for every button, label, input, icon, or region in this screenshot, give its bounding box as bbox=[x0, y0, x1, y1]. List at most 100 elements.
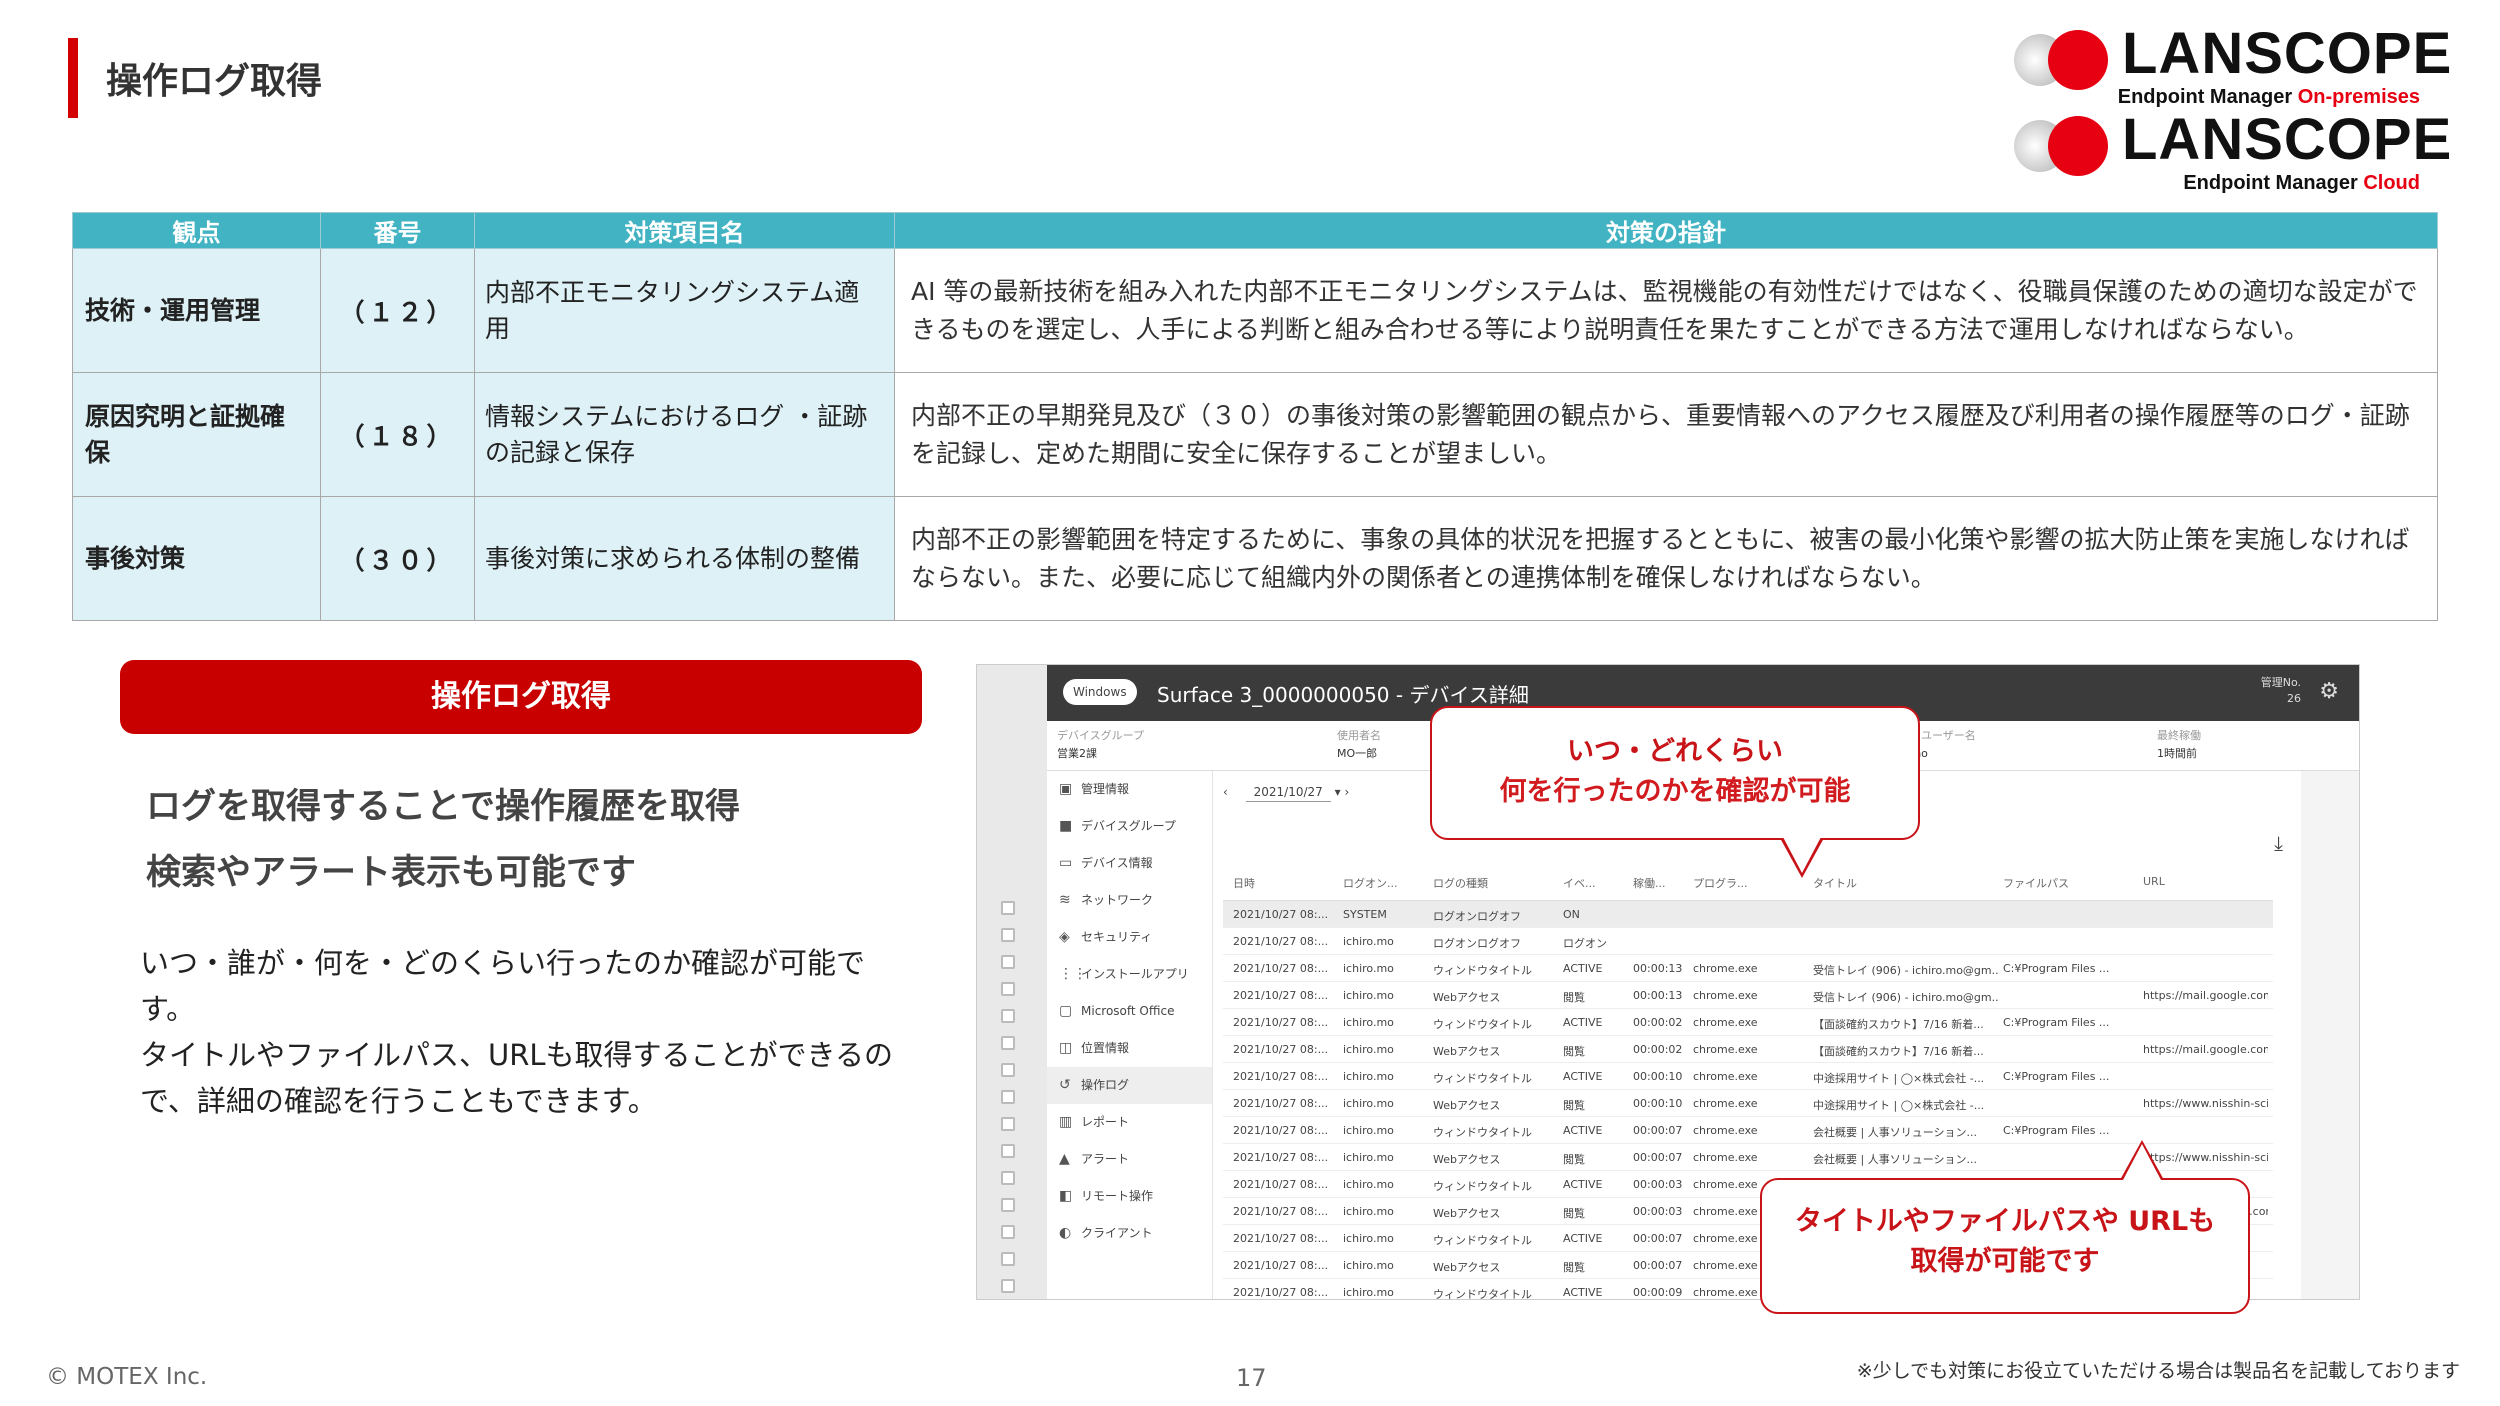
log-cell: ACTIVE bbox=[1563, 1016, 1603, 1029]
device-title: Surface 3_0000000050 - デバイス詳細 bbox=[1157, 683, 1529, 707]
copyright: © MOTEX Inc. bbox=[46, 1364, 208, 1390]
device-menu: ▣ 管理情報 ■ デバイスグループ ▭ デバイス情報 ≋ ネットワーク ◈ セキュリティ … bbox=[1047, 771, 1213, 1299]
office-icon: ▢ bbox=[1059, 1003, 1073, 1019]
row-checkbox[interactable] bbox=[1001, 1063, 1015, 1077]
log-cell: 00:00:10 bbox=[1633, 1097, 1683, 1110]
row-checkbox[interactable] bbox=[1001, 1225, 1015, 1239]
feature-lead-2: 検索やアラート表示も可能です bbox=[146, 853, 637, 893]
row-checkbox[interactable] bbox=[1001, 928, 1015, 942]
log-cell: 2021/10/27 08:... bbox=[1233, 1124, 1329, 1137]
log-row[interactable]: 2021/10/27 08:... ichiro.mo Webアクセス 閲覧 00:00… bbox=[1223, 1090, 2273, 1117]
log-cell: ichiro.mo bbox=[1343, 1151, 1394, 1164]
cell-aspect: 原因究明と証拠確保 bbox=[72, 372, 321, 497]
row-checkbox[interactable] bbox=[1001, 1009, 1015, 1023]
log-cell: 2021/10/27 08:... bbox=[1233, 1016, 1329, 1029]
log-cell: ichiro.mo bbox=[1343, 1232, 1394, 1245]
lanscope-mark-icon bbox=[2014, 116, 2108, 176]
menu-item[interactable]: ◧ リモート操作 bbox=[1047, 1178, 1212, 1215]
alert-icon: ▲ bbox=[1059, 1151, 1070, 1167]
menu-item[interactable]: ▣ 管理情報 bbox=[1047, 771, 1212, 808]
row-checkbox[interactable] bbox=[1001, 1036, 1015, 1050]
log-cell: 2021/10/27 08:... bbox=[1233, 962, 1329, 975]
log-cell: 00:00:02 bbox=[1633, 1016, 1683, 1029]
log-row[interactable]: 2021/10/27 08:... ichiro.mo Webアクセス 閲覧 00:00… bbox=[1223, 1144, 2273, 1171]
cell-item: 事後対策に求められる体制の整備 bbox=[474, 496, 895, 621]
log-row[interactable]: 2021/10/27 08:... ichiro.mo ログオンログオフ ログオン bbox=[1223, 928, 2273, 955]
menu-item[interactable]: ▥ レポート bbox=[1047, 1104, 1212, 1141]
log-cell: Webアクセス bbox=[1433, 991, 1501, 1004]
log-row[interactable]: 2021/10/27 08:... ichiro.mo Webアクセス 閲覧 00:00… bbox=[1223, 1036, 2273, 1063]
menu-item[interactable]: ◈ セキュリティ bbox=[1047, 919, 1212, 956]
page-title: 操作ログ取得 bbox=[106, 61, 323, 102]
menu-item[interactable]: ◐ クライアント bbox=[1047, 1215, 1212, 1252]
log-cell: chrome.exe bbox=[1693, 1070, 1758, 1083]
log-cell: ウィンドウタイトル bbox=[1433, 1234, 1532, 1247]
row-checkbox[interactable] bbox=[1001, 982, 1015, 996]
chevron-right-icon[interactable]: › bbox=[1345, 785, 1350, 799]
log-cell: ichiro.mo bbox=[1343, 962, 1394, 975]
log-table-header: 日時 ログオン... ログの種類 イベ... 稼働... プログラ... タイト… bbox=[1223, 861, 2273, 901]
feature-lead-1: ログを取得することで操作履歴を取得 bbox=[146, 787, 740, 827]
log-row[interactable]: 2021/10/27 08:... ichiro.mo ウィンドウタイトル ACTIV… bbox=[1223, 955, 2273, 982]
info-field: デバイスグループ 営業2課 bbox=[1057, 729, 1145, 760]
log-cell: https://mail.google.com/m bbox=[2143, 989, 2268, 1002]
log-cell: chrome.exe bbox=[1693, 1124, 1758, 1137]
log-cell: ウィンドウタイトル bbox=[1433, 1180, 1532, 1193]
log-cell: ichiro.mo bbox=[1343, 1259, 1394, 1272]
log-cell: 【面談確約スカウト】7/16 新着... bbox=[1813, 1045, 1984, 1058]
lanscope-mark-icon bbox=[2014, 30, 2108, 90]
log-cell: ACTIVE bbox=[1563, 1070, 1603, 1083]
gear-icon[interactable]: ⚙ bbox=[2319, 679, 2339, 704]
log-cell: 閲覧 bbox=[1563, 991, 1585, 1004]
row-checkbox[interactable] bbox=[1001, 1252, 1015, 1266]
log-cell: 閲覧 bbox=[1563, 1207, 1585, 1220]
chevron-left-icon[interactable]: ‹ bbox=[1223, 785, 1228, 799]
row-checkbox[interactable] bbox=[1001, 1279, 1015, 1293]
row-checkbox[interactable] bbox=[1001, 901, 1015, 915]
log-cell: 00:00:09 bbox=[1633, 1286, 1683, 1299]
chevron-down-icon[interactable]: ▾ bbox=[1335, 785, 1341, 799]
log-cell: 受信トレイ (906) - ichiro.mo@gm... bbox=[1813, 991, 1998, 1004]
menu-item[interactable]: ≋ ネットワーク bbox=[1047, 882, 1212, 919]
log-row[interactable]: 2021/10/27 08:... SYSTEM ログオンログオフ ON bbox=[1223, 901, 2273, 928]
date-filter[interactable]: ‹ 2021/10/27 ▾ › bbox=[1223, 783, 1349, 802]
download-icon[interactable]: ⤓ bbox=[2274, 831, 2283, 855]
menu-item[interactable]: ▢ Microsoft Office bbox=[1047, 993, 1212, 1030]
log-cell: 00:00:07 bbox=[1633, 1124, 1683, 1137]
guideline-table: 観点 番号 対策項目名 対策の指針 技術・運用管理 （１２） 内部不正モニタリン… bbox=[72, 212, 2438, 621]
log-cell: ログオンログオフ bbox=[1433, 910, 1521, 923]
date-select[interactable]: 2021/10/27 bbox=[1245, 783, 1331, 802]
table-row: 事後対策 （３０） 事後対策に求められる体制の整備 内部不正の影響範囲を特定する… bbox=[72, 496, 2438, 621]
log-row[interactable]: 2021/10/27 08:... ichiro.mo ウィンドウタイトル ACTIV… bbox=[1223, 1117, 2273, 1144]
log-row[interactable]: 2021/10/27 08:... ichiro.mo ウィンドウタイトル ACTIV… bbox=[1223, 1009, 2273, 1036]
log-cell: 00:00:13 bbox=[1633, 989, 1683, 1002]
row-checkbox[interactable] bbox=[1001, 955, 1015, 969]
log-cell: chrome.exe bbox=[1693, 1097, 1758, 1110]
row-checkbox[interactable] bbox=[1001, 1090, 1015, 1104]
menu-item[interactable]: ⋮⋮インストールアプリ bbox=[1047, 956, 1212, 993]
log-cell: 【面談確約スカウト】7/16 新着... bbox=[1813, 1018, 1984, 1031]
log-cell: ACTIVE bbox=[1563, 1178, 1603, 1191]
log-cell: chrome.exe bbox=[1693, 1151, 1758, 1164]
menu-item[interactable]: ▲ アラート bbox=[1047, 1141, 1212, 1178]
log-cell: 2021/10/27 08:... bbox=[1233, 1259, 1329, 1272]
row-checkbox[interactable] bbox=[1001, 1144, 1015, 1158]
menu-item[interactable]: ◫ 位置情報 bbox=[1047, 1030, 1212, 1067]
row-checkbox[interactable] bbox=[1001, 1171, 1015, 1185]
lanscope-cloud-logo: LANSCOPE Endpoint Manager Cloud bbox=[2010, 107, 2451, 194]
log-cell: ウィンドウタイトル bbox=[1433, 1018, 1532, 1031]
menu-item-operation-log[interactable]: ↺ 操作ログ bbox=[1047, 1067, 1212, 1104]
log-cell: 閲覧 bbox=[1563, 1099, 1585, 1112]
feature-description-2: タイトルやファイルパス、URLも取得することができるので、詳細の確認を行うことも… bbox=[140, 1038, 893, 1118]
log-cell: ichiro.mo bbox=[1343, 1205, 1394, 1218]
log-row[interactable]: 2021/10/27 08:... ichiro.mo ウィンドウタイトル ACTIV… bbox=[1223, 1063, 2273, 1090]
row-checkbox[interactable] bbox=[1001, 1198, 1015, 1212]
map-icon: ◫ bbox=[1059, 1040, 1073, 1056]
menu-item[interactable]: ▭ デバイス情報 bbox=[1047, 845, 1212, 882]
log-row[interactable]: 2021/10/27 08:... ichiro.mo Webアクセス 閲覧 00:00… bbox=[1223, 982, 2273, 1009]
menu-item[interactable]: ■ デバイスグループ bbox=[1047, 808, 1212, 845]
log-cell: 2021/10/27 08:... bbox=[1233, 1043, 1329, 1056]
row-checkbox[interactable] bbox=[1001, 1117, 1015, 1131]
remote-icon: ◧ bbox=[1059, 1188, 1073, 1204]
log-cell: Webアクセス bbox=[1433, 1099, 1501, 1112]
